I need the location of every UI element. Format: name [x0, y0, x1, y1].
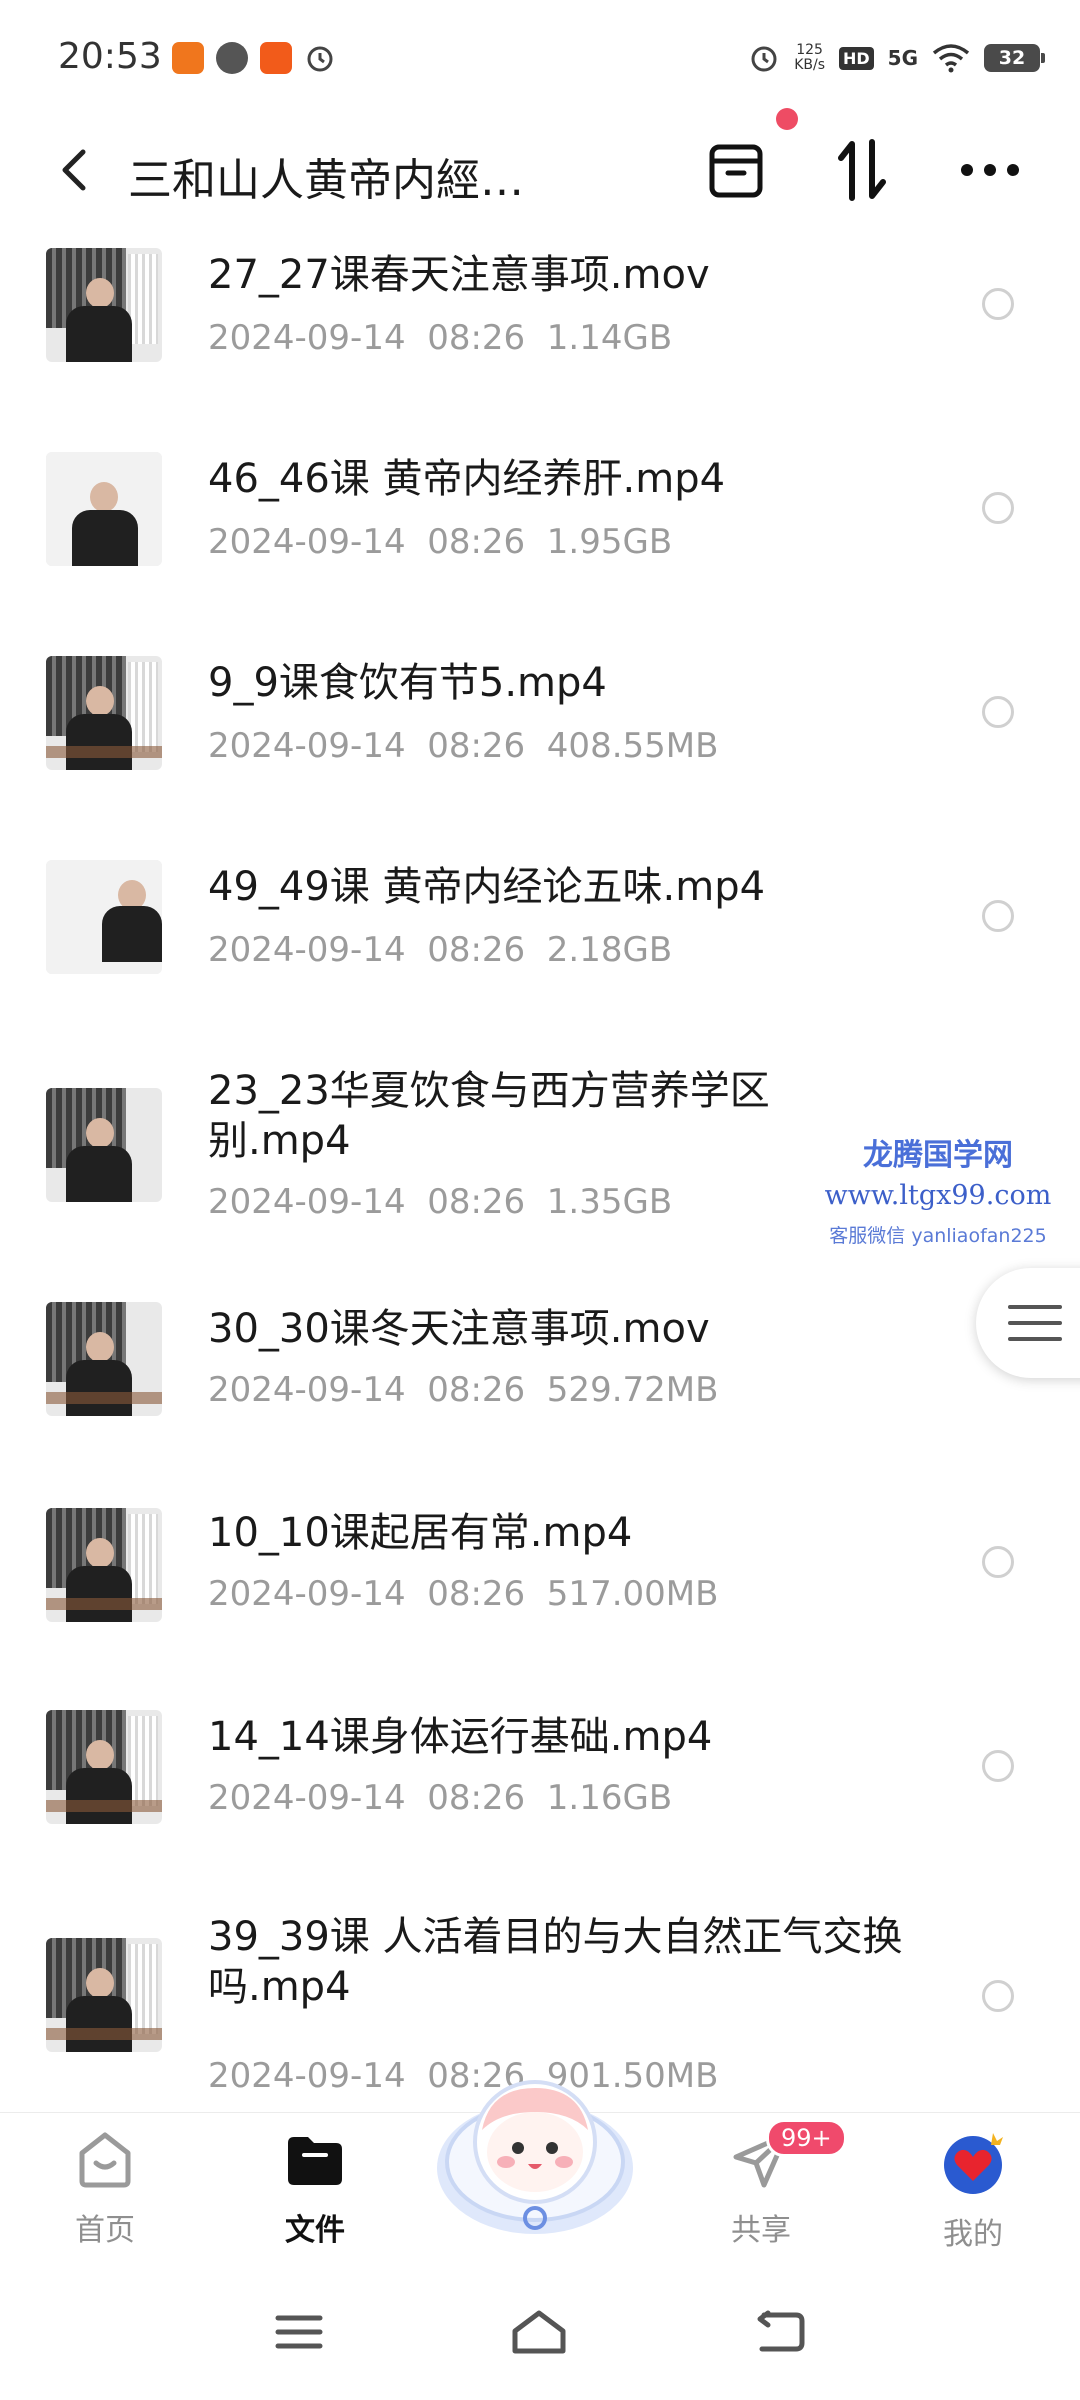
mascot-button[interactable]: [430, 2050, 640, 2250]
avatar: [944, 2133, 1003, 2194]
message-icon: [216, 42, 248, 74]
file-meta: 2024-09-14 08:26 2.18GB: [208, 930, 673, 970]
more-button[interactable]: [950, 134, 1030, 206]
home-outline-icon: [512, 2310, 566, 2354]
nav-share[interactable]: 99+ 共享: [686, 2113, 847, 2273]
header: 三和山人黄帝内經…: [0, 110, 1080, 230]
file-meta: 2024-09-14 08:26 517.00MB: [208, 1574, 719, 1614]
select-radio[interactable]: [982, 900, 1014, 932]
watermark-url: www.ltgx99.com: [824, 1180, 1052, 1211]
back-button[interactable]: [44, 140, 104, 200]
select-radio[interactable]: [982, 1980, 1014, 2012]
floating-menu-button[interactable]: [976, 1268, 1080, 1378]
alarm-icon: [751, 46, 777, 72]
file-meta: 2024-09-14 08:26 1.95GB: [208, 522, 673, 562]
watermark-title: 龙腾国学网: [863, 1138, 1013, 1173]
home-button[interactable]: [494, 2292, 584, 2372]
notification-dot: [776, 108, 798, 130]
nav-files[interactable]: 文件: [240, 2113, 390, 2273]
sort-button[interactable]: [826, 134, 898, 206]
file-name: 39_39课 人活着目的与大自然正气交换吗.mp4: [208, 1914, 903, 2010]
return-icon: [757, 2310, 805, 2352]
file-name: 14_14课身体运行基础.mp4: [208, 1714, 713, 1760]
select-radio[interactable]: [982, 696, 1014, 728]
net-speed-unit: KB/s: [794, 57, 825, 73]
share-badge: 99+: [766, 2119, 847, 2157]
file-meta: 2024-09-14 08:26 1.35GB: [208, 1182, 673, 1222]
file-row[interactable]: 30_30课冬天注意事项.mov 2024-09-14 08:26 529.72…: [0, 1290, 1080, 1470]
nav-mine-label: 我的: [943, 2217, 1003, 2252]
video-thumbnail: [46, 1508, 162, 1622]
trash-icon: [709, 144, 763, 198]
status-bar: 20:53 125 KB/s HD 5G 32: [0, 0, 1080, 110]
video-thumbnail: [46, 656, 162, 770]
recents-button[interactable]: [254, 2292, 344, 2372]
file-row[interactable]: 14_14课身体运行基础.mp4 2024-09-14 08:26 1.16GB: [0, 1698, 1080, 1878]
menu-icon: [275, 2315, 323, 2349]
sort-icon: [838, 139, 886, 201]
trash-button[interactable]: [700, 134, 772, 206]
video-thumbnail: [46, 1088, 162, 1202]
video-thumbnail: [46, 1938, 162, 2052]
file-meta: 2024-09-14 08:26 1.14GB: [208, 318, 673, 358]
status-time: 20:53: [58, 36, 162, 77]
video-thumbnail: [46, 1302, 162, 1416]
video-thumbnail: [46, 248, 162, 362]
file-name: 30_30课冬天注意事项.mov: [208, 1306, 710, 1352]
network-speed: 125 KB/s: [794, 43, 825, 73]
status-indicators: 125 KB/s HD 5G 32: [748, 38, 1045, 78]
home-icon: [79, 2132, 131, 2188]
nav-share-label: 共享: [731, 2213, 791, 2248]
video-thumbnail: [46, 452, 162, 566]
watermark: 龙腾国学网 www.ltgx99.com 客服微信 yanliaofan225: [818, 1130, 1058, 1248]
hd-badge: HD: [838, 46, 874, 70]
select-radio[interactable]: [982, 288, 1014, 320]
alarm-icon: [304, 42, 336, 74]
select-radio[interactable]: [982, 1546, 1014, 1578]
page-title: 三和山人黄帝内經…: [128, 155, 524, 206]
video-thumbnail: [46, 1710, 162, 1824]
file-row[interactable]: 46_46课 黄帝内经养肝.mp4 2024-09-14 08:26 1.95G…: [0, 444, 1080, 624]
mascot-icon: [437, 2080, 633, 2234]
file-name: 46_46课 黄帝内经养肝.mp4: [208, 456, 726, 502]
battery-icon: 32: [984, 44, 1045, 72]
folder-icon: [288, 2137, 342, 2185]
file-meta: 2024-09-14 08:26 1.16GB: [208, 1778, 673, 1818]
nav-home[interactable]: 首页: [30, 2113, 180, 2273]
taobao-icon: [260, 42, 292, 74]
file-meta: 2024-09-14 08:26 408.55MB: [208, 726, 719, 766]
nav-mine[interactable]: 我的: [898, 2113, 1048, 2273]
select-radio[interactable]: [982, 492, 1014, 524]
file-meta: 2024-09-14 08:26 529.72MB: [208, 1370, 719, 1410]
file-row[interactable]: 27_27课春天注意事项.mov 2024-09-14 08:26 1.14GB: [0, 240, 1080, 420]
file-name: 49_49课 黄帝内经论五味.mp4: [208, 864, 766, 910]
file-name: 10_10课起居有常.mp4: [208, 1510, 633, 1556]
back-system-button[interactable]: [734, 2292, 824, 2372]
watermark-contact: 客服微信 yanliaofan225: [829, 1225, 1047, 1247]
file-row[interactable]: 49_49课 黄帝内经论五味.mp4 2024-09-14 08:26 2.18…: [0, 852, 1080, 1032]
system-navigation-bar: [0, 2272, 1080, 2400]
file-name: 23_23华夏饮食与西方营养学区别.mp4: [208, 1068, 770, 1164]
video-thumbnail: [46, 860, 162, 974]
select-radio[interactable]: [982, 1750, 1014, 1782]
wifi-icon: [932, 44, 970, 73]
file-row[interactable]: 9_9课食饮有节5.mp4 2024-09-14 08:26 408.55MB: [0, 648, 1080, 828]
file-row[interactable]: 10_10课起居有常.mp4 2024-09-14 08:26 517.00MB: [0, 1494, 1080, 1674]
app-notification-icon: [172, 42, 204, 74]
nav-home-label: 首页: [75, 2213, 135, 2248]
more-icon: [961, 164, 1019, 176]
menu-lines-icon: [1008, 1305, 1062, 1341]
net-speed-value: 125: [796, 42, 823, 58]
back-icon: [62, 149, 86, 191]
file-name: 27_27课春天注意事项.mov: [208, 252, 710, 298]
file-name: 9_9课食饮有节5.mp4: [208, 660, 607, 706]
nav-files-label: 文件: [285, 2213, 345, 2248]
signal-5g: 5G: [887, 46, 918, 70]
